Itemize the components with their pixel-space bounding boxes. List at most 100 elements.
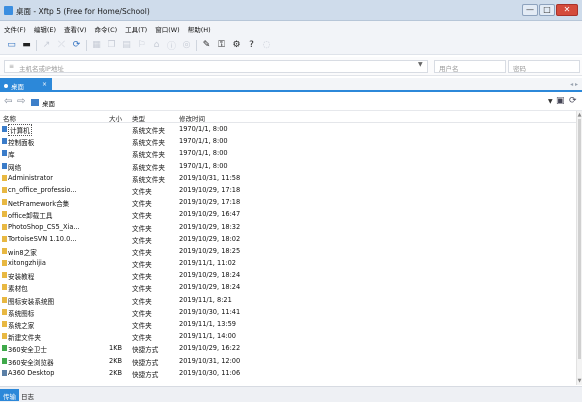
file-size: 2KB [109, 368, 123, 377]
file-row[interactable]: 360安全浏览器 2KB 快捷方式 2019/10/31, 12:00 [0, 355, 576, 367]
view-icon[interactable]: ▦ [91, 40, 102, 51]
tab-desktop[interactable]: 桌面 × [0, 78, 52, 92]
file-row[interactable]: 素材包 文件夹 2019/10/29, 18:24 [0, 281, 576, 293]
file-date: 2019/10/29, 18:02 [179, 234, 241, 243]
file-date: 1970/1/1, 8:00 [179, 149, 228, 158]
file-name: Administrator [8, 173, 53, 182]
file-row[interactable]: 安装教程 文件夹 2019/10/29, 18:24 [0, 269, 576, 281]
info-icon[interactable]: ⓘ [166, 40, 177, 52]
column-type[interactable]: 类型 [132, 113, 145, 123]
vertical-scrollbar[interactable]: ▲ ▼ [576, 111, 582, 385]
menu-view[interactable]: 查看(V) [64, 24, 87, 34]
host-input[interactable]: ≡ 主机名或IP地址 [4, 60, 428, 73]
file-row[interactable]: NetFramework合集 文件夹 2019/10/29, 17:18 [0, 196, 576, 208]
column-date[interactable]: 修改时间 [179, 113, 205, 123]
tab-close-icon[interactable]: × [42, 81, 47, 88]
xftp-app-icon [4, 6, 13, 15]
host-placeholder: 主机名或IP地址 [19, 65, 64, 73]
current-path[interactable]: 桌面 [42, 98, 55, 108]
file-row[interactable]: 系统图标 文件夹 2019/10/30, 11:41 [0, 306, 576, 318]
folder-up-icon[interactable]: ▣ [556, 96, 565, 106]
connect-icon[interactable]: ↗ [41, 40, 52, 51]
file-date: 2019/10/29, 17:18 [179, 198, 241, 207]
desktop-folder-icon [31, 99, 39, 106]
menu-bar: 文件(F) 编辑(E) 查看(V) 命令(C) 工具(T) 窗口(W) 帮助(H… [0, 21, 582, 36]
scroll-thumb[interactable] [578, 119, 581, 359]
folder-icon [2, 284, 7, 291]
copy-icon[interactable]: ❐ [106, 40, 117, 51]
chat-icon[interactable]: ◌ [261, 40, 272, 51]
file-name: 库 [8, 151, 15, 160]
file-row[interactable]: TortoiseSVN 1.10.0... 文件夹 2019/10/29, 18:0… [0, 233, 576, 245]
file-row[interactable]: office卸载工具 文件夹 2019/10/29, 16:47 [0, 208, 576, 220]
open-folder-icon[interactable]: ▬ [21, 40, 32, 51]
file-row[interactable]: Administrator 系统文件夹 2019/10/31, 11:58 [0, 172, 576, 184]
gear-icon[interactable]: ⚙ [231, 40, 242, 51]
username-input[interactable]: 用户名 [434, 60, 506, 73]
tab-log[interactable]: 日志 [18, 389, 37, 401]
path-refresh-icon[interactable]: ⟳ [569, 96, 577, 106]
file-row[interactable]: 图标安装系统图 文件夹 2019/11/1, 8:21 [0, 294, 576, 306]
host-dropdown-icon[interactable]: ▼ [418, 61, 423, 68]
path-bar: ⇦ ⇨ 桌面 ▼ ▣ ⟳ [0, 94, 582, 111]
new-session-icon[interactable]: ▭ [6, 40, 17, 51]
file-date: 2019/10/29, 18:32 [179, 222, 241, 231]
path-dropdown-icon[interactable]: ▼ [548, 98, 553, 105]
file-row[interactable]: win8之家 文件夹 2019/10/29, 18:25 [0, 245, 576, 257]
file-name: 安装教程 [8, 273, 35, 282]
file-date: 1970/1/1, 8:00 [179, 137, 228, 146]
scroll-up-icon[interactable]: ▲ [577, 112, 582, 118]
file-type: 系统文件夹 [132, 175, 165, 184]
globe-icon[interactable]: ◎ [181, 40, 192, 51]
column-size[interactable]: 大小 [109, 113, 122, 123]
file-row[interactable]: 系统之家 文件夹 2019/11/1, 13:59 [0, 318, 576, 330]
password-input[interactable]: 密码 [508, 60, 580, 73]
refresh-icon[interactable]: ⟳ [71, 40, 82, 51]
tab-transfer[interactable]: 传输 [0, 389, 19, 401]
help-icon[interactable]: ? [246, 40, 257, 51]
file-row[interactable]: A360 Desktop 2KB 快捷方式 2019/10/30, 11:06 [0, 367, 576, 379]
file-type: 文件夹 [132, 261, 152, 270]
file-type: 系统文件夹 [132, 139, 165, 148]
file-row[interactable]: 新建文件夹 文件夹 2019/11/1, 14:00 [0, 330, 576, 342]
file-name: 图标安装系统图 [8, 297, 55, 306]
folder-icon [2, 235, 7, 242]
paste-icon[interactable]: ▤ [121, 40, 132, 51]
file-row[interactable]: PhotoShop_CS5_Xia... 文件夹 2019/10/29, 18:32 [0, 221, 576, 233]
file-type: 系统文件夹 [132, 127, 165, 135]
menu-tools[interactable]: 工具(T) [125, 24, 147, 34]
key-icon[interactable]: ⚿ [216, 40, 227, 51]
folder-icon [2, 223, 7, 230]
file-row[interactable]: 360安全卫士 1KB 快捷方式 2019/10/29, 16:22 [0, 342, 576, 354]
file-date: 2019/11/1, 13:59 [179, 320, 237, 328]
menu-command[interactable]: 命令(C) [95, 24, 118, 34]
file-row[interactable]: 控制面板 系统文件夹 1970/1/1, 8:00 [0, 135, 576, 147]
menu-window[interactable]: 窗口(W) [155, 24, 180, 34]
file-row[interactable]: 计算机 系统文件夹 1970/1/1, 8:00 [0, 123, 576, 136]
file-row[interactable]: 网络 系统文件夹 1970/1/1, 8:00 [0, 160, 576, 172]
menu-edit[interactable]: 编辑(E) [34, 24, 56, 34]
folder-icon [2, 211, 7, 218]
tab-scroll-icon[interactable]: ◂ ▸ [570, 81, 578, 88]
tools-icon[interactable]: ✎ [201, 40, 212, 51]
home-icon[interactable]: ⌂ [151, 40, 162, 51]
column-name[interactable]: 名称 [3, 113, 16, 123]
file-row[interactable]: cn_office_professio... 文件夹 2019/10/29, 17:… [0, 184, 576, 196]
file-type: 文件夹 [132, 309, 152, 318]
properties-icon[interactable]: ⚐ [136, 40, 147, 51]
folder-icon [2, 260, 7, 267]
file-row[interactable]: 库 系统文件夹 1970/1/1, 8:00 [0, 147, 576, 159]
file-row[interactable]: xitongzhijia 文件夹 2019/11/1, 11:02 [0, 257, 576, 269]
menu-help[interactable]: 帮助(H) [188, 24, 211, 34]
maximize-button[interactable]: □ [539, 4, 555, 16]
file-date: 2019/10/31, 11:58 [179, 173, 241, 182]
scroll-down-icon[interactable]: ▼ [577, 378, 582, 384]
back-arrow-icon[interactable]: ⇦ [4, 96, 12, 107]
bottom-panel-tabs: 传输 日志 [0, 386, 582, 402]
disconnect-icon[interactable]: ⤫ [56, 40, 67, 51]
close-button[interactable]: ✕ [556, 4, 578, 16]
file-type: 文件夹 [132, 200, 152, 209]
minimize-button[interactable]: — [522, 4, 538, 16]
forward-arrow-icon[interactable]: ⇨ [17, 96, 25, 107]
menu-file[interactable]: 文件(F) [4, 24, 26, 34]
